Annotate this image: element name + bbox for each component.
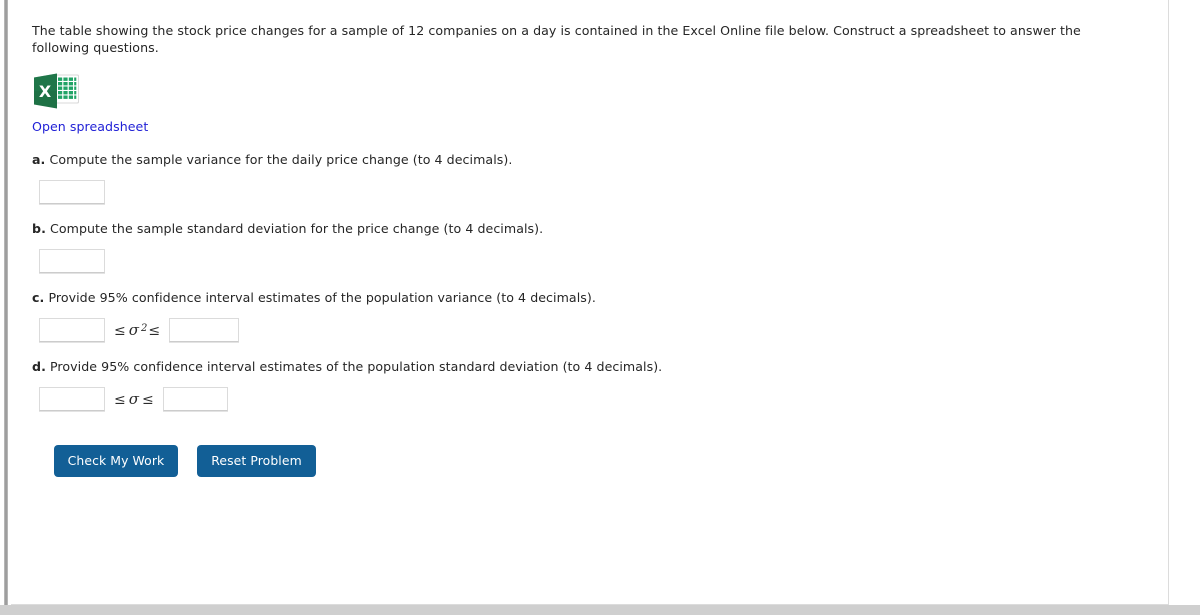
less-equal-right-icon: ≤: [148, 322, 161, 339]
spreadsheet-block: X Open spreadsheet: [32, 72, 1128, 135]
reset-problem-button[interactable]: Reset Problem: [197, 444, 316, 477]
answer-input-c-lower[interactable]: [39, 317, 105, 342]
question-a-prompt: Compute the sample variance for the dail…: [49, 151, 513, 167]
answer-input-d-upper[interactable]: [162, 386, 228, 411]
question-b: b. Compute the sample standard deviation…: [32, 220, 1128, 273]
question-a: a. Compute the sample variance for the d…: [32, 151, 1128, 204]
question-a-answer-row: [39, 179, 1128, 204]
less-equal-left-icon: ≤: [114, 322, 126, 339]
question-d-prompt: Provide 95% confidence interval estimate…: [50, 358, 663, 374]
question-a-label: a.: [32, 151, 46, 167]
question-c-text: c. Provide 95% confidence interval estim…: [32, 289, 1128, 306]
sigma-exponent: 2: [140, 322, 148, 334]
open-spreadsheet-link[interactable]: Open spreadsheet: [32, 119, 148, 134]
question-d: d. Provide 95% confidence interval estim…: [32, 358, 1128, 411]
question-d-label: d.: [32, 358, 46, 374]
question-d-text: d. Provide 95% confidence interval estim…: [32, 358, 1128, 375]
sigma-symbol: σ: [128, 320, 139, 339]
question-b-prompt: Compute the sample standard deviation fo…: [50, 220, 544, 236]
question-b-label: b.: [32, 220, 46, 236]
answer-input-d-lower[interactable]: [39, 386, 105, 411]
answer-input-b[interactable]: [39, 248, 105, 273]
question-c-prompt: Provide 95% confidence interval estimate…: [48, 289, 596, 305]
problem-page: The table showing the stock price change…: [0, 0, 1200, 615]
question-b-text: b. Compute the sample standard deviation…: [32, 220, 1128, 237]
problem-intro-text: The table showing the stock price change…: [32, 22, 1081, 55]
vertical-scrollbar[interactable]: [0, 0, 11, 605]
stddev-inequality-notation: ≤ σ ≤: [114, 390, 154, 408]
problem-card: The table showing the stock price change…: [11, 0, 1169, 605]
sigma-symbol: σ: [128, 389, 139, 408]
check-my-work-button[interactable]: Check My Work: [54, 444, 178, 477]
question-d-answer-row: ≤ σ ≤: [39, 386, 1128, 411]
vertical-scrollbar-thumb[interactable]: [4, 0, 8, 605]
excel-file-icon[interactable]: X: [32, 72, 80, 110]
less-equal-left-icon: ≤: [114, 391, 126, 408]
answer-input-a[interactable]: [39, 179, 105, 204]
answer-input-c-upper[interactable]: [169, 317, 240, 342]
question-a-text: a. Compute the sample variance for the d…: [32, 151, 1128, 168]
less-equal-right-icon: ≤: [141, 391, 154, 408]
action-button-row: Check My Work Reset Problem: [54, 444, 1128, 477]
variance-inequality-notation: ≤ σ2 ≤: [114, 321, 160, 339]
question-c: c. Provide 95% confidence interval estim…: [32, 289, 1128, 342]
horizontal-scrollbar[interactable]: [0, 605, 1200, 615]
question-c-answer-row: ≤ σ2 ≤: [39, 317, 1128, 342]
question-c-label: c.: [32, 289, 45, 305]
question-b-answer-row: [39, 248, 1128, 273]
svg-text:X: X: [39, 82, 52, 101]
